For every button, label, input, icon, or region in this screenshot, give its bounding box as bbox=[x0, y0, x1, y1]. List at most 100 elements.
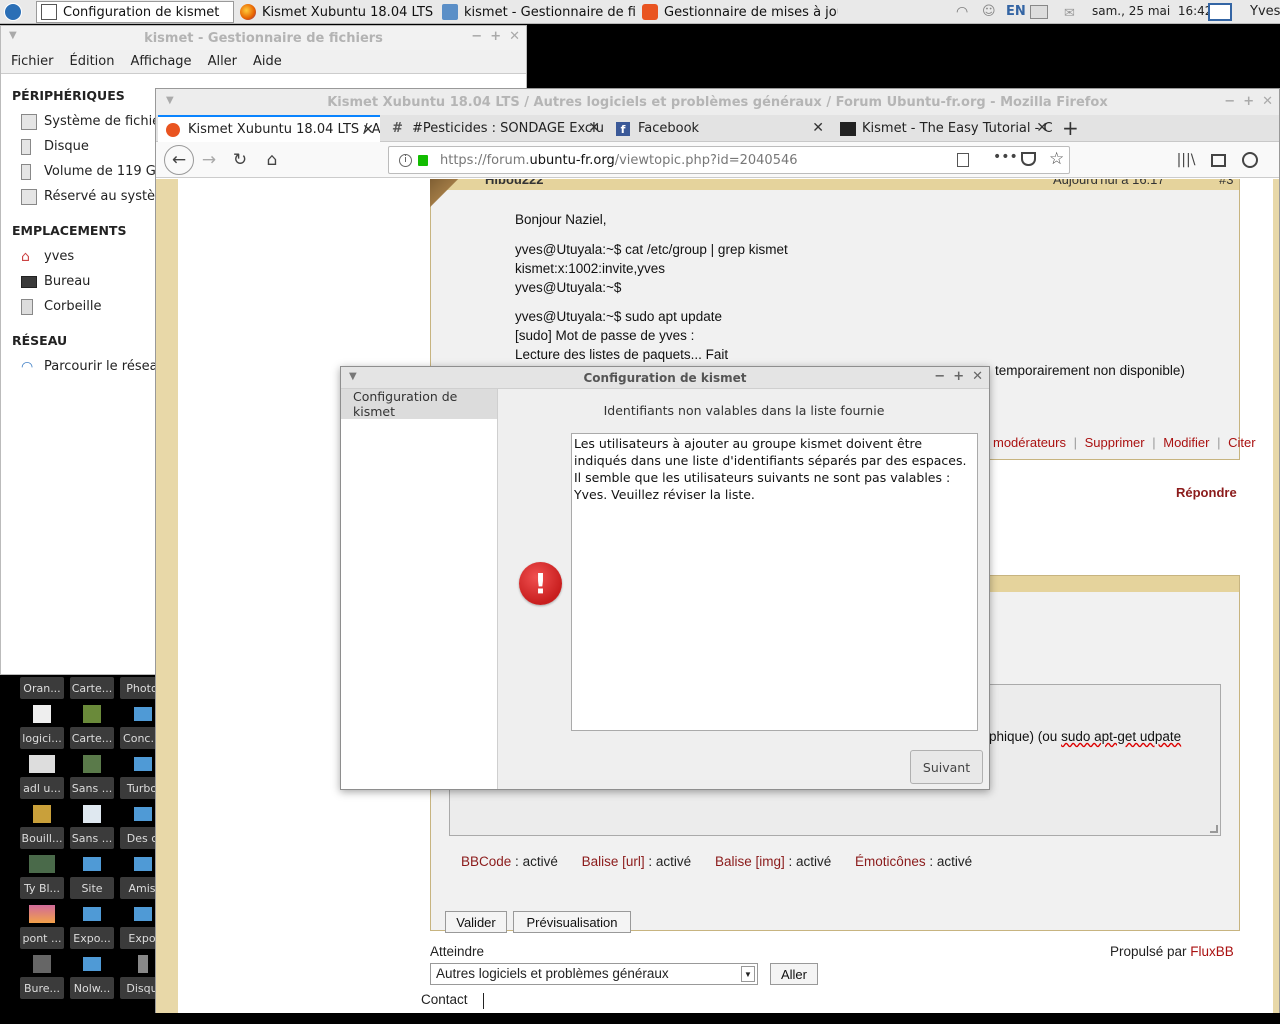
resize-grip-icon[interactable] bbox=[1210, 825, 1218, 833]
clock[interactable]: sam., 25 mai 16:42 bbox=[1092, 4, 1212, 18]
preview-button[interactable]: Prévisualisation bbox=[513, 911, 631, 933]
desktop-icon-label[interactable]: logici... bbox=[20, 727, 64, 749]
window-menu-icon[interactable]: ▼ bbox=[166, 95, 174, 106]
accessibility-icon[interactable]: ☺ bbox=[982, 4, 998, 20]
close-icon[interactable]: ✕ bbox=[1262, 94, 1273, 109]
desktop-icon-label[interactable]: Carte... bbox=[70, 677, 114, 699]
dialog-sidebar-item[interactable]: Configuration de kismet bbox=[341, 389, 497, 419]
drive-icon bbox=[21, 188, 37, 205]
back-icon[interactable]: ← bbox=[164, 145, 194, 175]
text-cursor bbox=[483, 993, 484, 1009]
quote-link[interactable]: Citer bbox=[1228, 435, 1255, 450]
fluxbb-link[interactable]: FluxBB bbox=[1190, 944, 1234, 959]
image-thumbnail bbox=[83, 705, 101, 723]
ff-titlebar[interactable]: ▼ Kismet Xubuntu 18.04 LTS / Autres logi… bbox=[156, 89, 1279, 115]
smilies-label[interactable]: Émoticônes bbox=[855, 854, 926, 869]
keyboard-layout[interactable]: EN bbox=[1006, 4, 1026, 19]
desktop-icon-label[interactable]: Oran... bbox=[20, 677, 64, 699]
menu-affichage[interactable]: Affichage bbox=[130, 54, 191, 69]
desktop-icon-label[interactable]: Ty Bl... bbox=[20, 877, 64, 899]
menu-fichier[interactable]: Fichier bbox=[11, 54, 54, 69]
contact-link[interactable]: Contact bbox=[421, 992, 468, 1007]
window-menu-icon[interactable]: ▼ bbox=[9, 30, 17, 41]
menu-edition[interactable]: Édition bbox=[70, 54, 115, 69]
minimize-icon[interactable]: − bbox=[1224, 94, 1235, 109]
maximize-icon[interactable]: + bbox=[953, 369, 964, 384]
dialog-titlebar[interactable]: ▼ Configuration de kismet − + ✕ bbox=[341, 367, 989, 389]
drive-icon bbox=[138, 955, 148, 973]
tab-facebook[interactable]: f Facebook ✕ bbox=[608, 115, 830, 142]
trash-icon bbox=[21, 298, 33, 315]
reply-link[interactable]: Répondre bbox=[1176, 485, 1237, 500]
info-icon[interactable]: i bbox=[399, 153, 412, 167]
desktop-icon-label[interactable]: Carte... bbox=[70, 727, 114, 749]
close-icon[interactable]: ✕ bbox=[972, 369, 983, 384]
minimize-icon[interactable]: − bbox=[471, 29, 482, 44]
fm-menubar: Fichier Édition Affichage Aller Aide bbox=[1, 50, 526, 74]
post-author[interactable]: Hibou222 bbox=[485, 179, 544, 187]
desktop-icon-label[interactable]: Expo... bbox=[70, 927, 114, 949]
close-tab-icon[interactable]: ✕ bbox=[1036, 120, 1048, 136]
bookmark-star-icon[interactable]: ☆ bbox=[1049, 149, 1064, 169]
mail-icon[interactable]: ✉ bbox=[1064, 6, 1075, 21]
desktop-icon-label[interactable]: Bure... bbox=[20, 977, 64, 999]
url-bar[interactable]: i https://forum. ubuntu-fr.org/viewtopic.… bbox=[388, 146, 1070, 174]
user-name[interactable]: Yves bbox=[1250, 4, 1280, 19]
account-icon[interactable] bbox=[1238, 148, 1262, 172]
desktop-icon-label[interactable]: Site bbox=[70, 877, 114, 899]
window-menu-icon[interactable]: ▼ bbox=[349, 371, 357, 382]
edit-link[interactable]: Modifier bbox=[1163, 435, 1209, 450]
library-icon[interactable]: |||\ bbox=[1174, 148, 1198, 172]
task-config-kismet[interactable]: Configuration de kismet bbox=[36, 1, 234, 23]
menu-aide[interactable]: Aide bbox=[253, 54, 282, 69]
new-tab-icon[interactable]: + bbox=[1062, 116, 1079, 140]
task-filemanager[interactable]: kismet - Gestionnaire de fichi... bbox=[438, 1, 636, 23]
go-button[interactable]: Aller bbox=[770, 963, 818, 985]
maximize-icon[interactable]: + bbox=[1243, 94, 1254, 109]
wifi-icon[interactable]: ◠ bbox=[956, 4, 976, 20]
post-number[interactable]: #3 bbox=[1219, 179, 1233, 187]
tab-kismet-forum[interactable]: Kismet Xubuntu 18.04 LTS / A ✕ bbox=[158, 115, 380, 142]
reload-icon[interactable]: ↻ bbox=[228, 148, 252, 172]
pocket-icon[interactable] bbox=[1021, 152, 1036, 166]
close-tab-icon[interactable]: ✕ bbox=[362, 122, 374, 138]
page-actions-icon[interactable]: ••• bbox=[993, 149, 1018, 165]
close-tab-icon[interactable]: ✕ bbox=[812, 120, 824, 136]
drive-icon bbox=[21, 113, 37, 130]
submit-button[interactable]: Valider bbox=[445, 911, 507, 933]
home-icon[interactable]: ⌂ bbox=[260, 148, 284, 172]
tab-pesticides[interactable]: # #Pesticides : SONDAGE Exclu ✕ bbox=[384, 115, 606, 142]
desktop-icon-label[interactable]: Nolw... bbox=[70, 977, 114, 999]
post-corner bbox=[430, 179, 474, 212]
task-update-manager[interactable]: Gestionnaire de mises à jour bbox=[638, 1, 838, 23]
minimize-icon[interactable]: − bbox=[934, 369, 945, 384]
next-button[interactable]: Suivant bbox=[910, 750, 983, 784]
desktop-icon-label[interactable]: Sans ... bbox=[70, 827, 114, 849]
whisker-menu-icon[interactable] bbox=[4, 3, 22, 21]
url-tag-label[interactable]: Balise [url] bbox=[582, 854, 645, 869]
desktop-icon-label[interactable]: pont ... bbox=[20, 927, 64, 949]
task-firefox[interactable]: Kismet Xubuntu 18.04 LTS / A... bbox=[236, 1, 436, 23]
printer-icon[interactable] bbox=[1030, 5, 1048, 19]
menu-aller[interactable]: Aller bbox=[208, 54, 237, 69]
screen-icon[interactable] bbox=[1208, 3, 1232, 21]
close-icon[interactable]: ✕ bbox=[509, 29, 520, 44]
close-tab-icon[interactable]: ✕ bbox=[588, 120, 600, 136]
tab-kismet-tutorial[interactable]: Kismet - The Easy Tutorial - C ✕ bbox=[832, 115, 1054, 142]
img-tag-label[interactable]: Balise [img] bbox=[715, 854, 785, 869]
jump-select[interactable]: Autres logiciels et problèmes généraux ▼ bbox=[430, 963, 758, 985]
desktop-icon-label[interactable]: Bouill... bbox=[20, 827, 64, 849]
drive-icon bbox=[21, 163, 31, 180]
fm-titlebar[interactable]: ▼ kismet - Gestionnaire de fichiers − + ✕ bbox=[1, 26, 526, 50]
sidebar-icon[interactable] bbox=[1206, 148, 1230, 172]
task-label: Kismet Xubuntu 18.04 LTS / A... bbox=[262, 4, 436, 20]
maximize-icon[interactable]: + bbox=[490, 29, 501, 44]
report-link[interactable]: modérateurs bbox=[993, 435, 1066, 450]
delete-link[interactable]: Supprimer bbox=[1085, 435, 1145, 450]
bbcode-label[interactable]: BBCode bbox=[461, 854, 511, 869]
desktop-icon-label[interactable]: adl u... bbox=[20, 777, 64, 799]
reader-view-icon[interactable] bbox=[957, 153, 969, 167]
desktop-icon-label[interactable]: Sans ... bbox=[70, 777, 114, 799]
post-time[interactable]: Aujourd'hui à 16:17 bbox=[1053, 179, 1165, 187]
forward-icon[interactable]: → bbox=[197, 148, 221, 172]
